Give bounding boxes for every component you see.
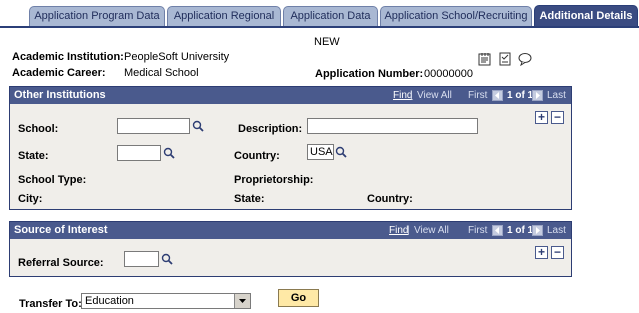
school-type-label: School Type:: [18, 174, 87, 186]
school-label: School:: [18, 123, 59, 135]
transfer-to-select[interactable]: Education: [81, 293, 251, 309]
prev-arrow-icon[interactable]: [492, 225, 503, 236]
academic-institution-value: PeopleSoft University: [124, 51, 230, 63]
chevron-down-icon[interactable]: [234, 294, 250, 308]
last-label: Last: [547, 90, 566, 101]
find-link[interactable]: Find: [389, 225, 408, 236]
other-institutions-header: Other Institutions Find | View All First…: [10, 87, 571, 104]
academic-career-label: Academic Career:: [12, 67, 106, 79]
school-lookup-icon[interactable]: [192, 120, 204, 132]
academic-career-value: Medical School: [124, 67, 199, 79]
view-all-link[interactable]: View All: [417, 90, 452, 101]
go-button[interactable]: Go: [278, 289, 319, 307]
delete-row-button[interactable]: −: [551, 111, 564, 124]
last-label: Last: [547, 225, 566, 236]
referral-source-label: Referral Source:: [18, 257, 104, 269]
state-label: State:: [18, 150, 49, 162]
tab-underline: [0, 26, 639, 28]
source-of-interest-header: Source of Interest Find | View All First…: [10, 222, 571, 239]
prev-arrow-icon[interactable]: [492, 90, 503, 101]
row-count: 1 of 1: [507, 225, 534, 236]
add-row-button[interactable]: +: [535, 246, 548, 259]
other-institutions-grid: Other Institutions Find | View All First…: [9, 86, 572, 210]
tab-application-program-data[interactable]: Application Program Data: [29, 6, 165, 26]
state-lookup-icon[interactable]: [163, 147, 175, 159]
tab-bar: Application Program Data Application Reg…: [0, 0, 639, 28]
comment-icon[interactable]: [518, 52, 532, 67]
referral-lookup-icon[interactable]: [161, 253, 173, 265]
description-label: Description:: [238, 123, 303, 135]
separator: |: [410, 90, 413, 101]
country-label: Country:: [234, 150, 280, 162]
tab-application-data[interactable]: Application Data: [283, 6, 378, 26]
separator: |: [407, 225, 410, 236]
status-label: NEW: [314, 36, 340, 48]
city-label: City:: [18, 193, 43, 205]
transfer-to-value: Education: [85, 295, 134, 307]
tab-application-school-recruiting[interactable]: Application School/Recruiting: [380, 6, 532, 26]
row-count: 1 of 1: [507, 90, 534, 101]
academic-institution-label: Academic Institution:: [12, 51, 124, 63]
school-input[interactable]: [117, 118, 190, 134]
notepad-icon[interactable]: [478, 52, 492, 66]
state-display-label: State:: [234, 193, 265, 205]
next-arrow-icon[interactable]: [532, 225, 543, 236]
tab-additional-details[interactable]: Additional Details: [534, 5, 638, 27]
state-input[interactable]: [117, 145, 161, 161]
description-input[interactable]: [307, 118, 478, 134]
country-lookup-icon[interactable]: [335, 146, 347, 158]
application-number-label: Application Number:: [315, 68, 424, 80]
view-all-link[interactable]: View All: [414, 225, 449, 236]
delete-row-button[interactable]: −: [551, 246, 564, 259]
country-display-label: Country:: [367, 193, 413, 205]
transfer-to-label: Transfer To:: [19, 298, 82, 310]
checklist-icon[interactable]: [498, 52, 512, 66]
other-institutions-title: Other Institutions: [14, 89, 106, 101]
referral-source-input[interactable]: [124, 251, 159, 267]
first-label: First: [468, 225, 488, 236]
find-link-text[interactable]: Find: [389, 225, 408, 236]
first-label: First: [468, 90, 488, 101]
tab-application-regional[interactable]: Application Regional: [167, 6, 281, 26]
application-number-value: 00000000: [424, 68, 473, 80]
country-input[interactable]: USA: [307, 144, 334, 160]
proprietorship-label: Proprietorship:: [234, 174, 314, 186]
source-of-interest-title: Source of Interest: [14, 224, 108, 236]
add-row-button[interactable]: +: [535, 111, 548, 124]
next-arrow-icon[interactable]: [532, 90, 543, 101]
